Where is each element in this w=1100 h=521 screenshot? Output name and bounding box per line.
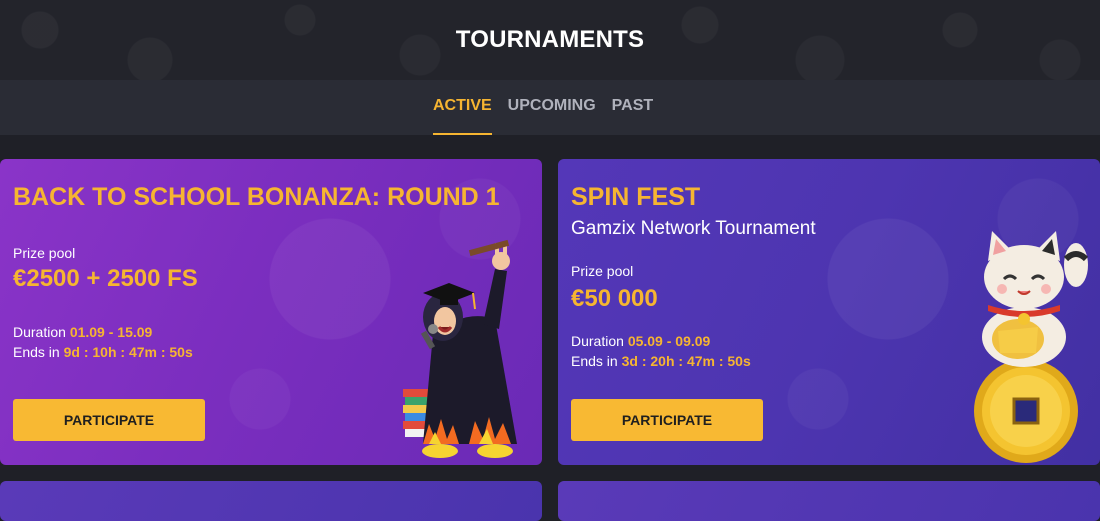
duration-value: 01.09 - 15.09 (69, 324, 153, 340)
tournament-card-partial (558, 481, 1100, 521)
tab-upcoming[interactable]: UPCOMING (508, 80, 596, 135)
ends-in-line: Ends in 9d : 10h : 47m : 50s (13, 344, 193, 360)
participate-button[interactable]: PARTICIPATE (13, 399, 205, 441)
page-title: TOURNAMENTS (455, 26, 645, 53)
tournament-card-spin-fest: SPIN FEST Gamzix Network Tournament Priz… (558, 159, 1100, 465)
prize-pool-label: Prize pool (13, 245, 76, 261)
duration-value: 05.09 - 09.09 (627, 333, 711, 349)
tournament-subtitle: Gamzix Network Tournament (571, 218, 816, 239)
lucky-cat-coin-illustration (974, 231, 1089, 463)
prize-pool-value: €2500 + 2500 FS (13, 265, 198, 292)
tournament-card-back-to-school: BACK TO SCHOOL BONANZA: ROUND 1 Prize po… (0, 159, 542, 465)
duration-label: Duration (13, 324, 66, 340)
tab-active[interactable]: ACTIVE (433, 80, 492, 135)
graduate-rocker-illustration (403, 239, 517, 458)
ends-in-label: Ends in (571, 353, 618, 369)
duration-line: Duration 05.09 - 09.09 (571, 333, 710, 349)
tournament-title: SPIN FEST (571, 183, 701, 211)
ends-in-line: Ends in 3d : 20h : 47m : 50s (571, 353, 751, 369)
page-header: TOURNAMENTS (0, 0, 1100, 80)
tournament-tabs: ACTIVE UPCOMING PAST (433, 80, 669, 135)
countdown-timer: 9d : 10h : 47m : 50s (63, 344, 193, 360)
prize-pool-value: €50 000 (571, 285, 658, 312)
tournament-card-partial (0, 481, 542, 521)
prize-pool-label: Prize pool (571, 263, 634, 279)
countdown-timer: 3d : 20h : 47m : 50s (621, 353, 751, 369)
participate-button[interactable]: PARTICIPATE (571, 399, 763, 441)
tournament-title: BACK TO SCHOOL BONANZA: ROUND 1 (13, 183, 500, 211)
duration-line: Duration 01.09 - 15.09 (13, 324, 152, 340)
duration-label: Duration (571, 333, 624, 349)
ends-in-label: Ends in (13, 344, 60, 360)
tabs-bar: ACTIVE UPCOMING PAST (0, 80, 1100, 135)
tab-past[interactable]: PAST (612, 80, 653, 135)
